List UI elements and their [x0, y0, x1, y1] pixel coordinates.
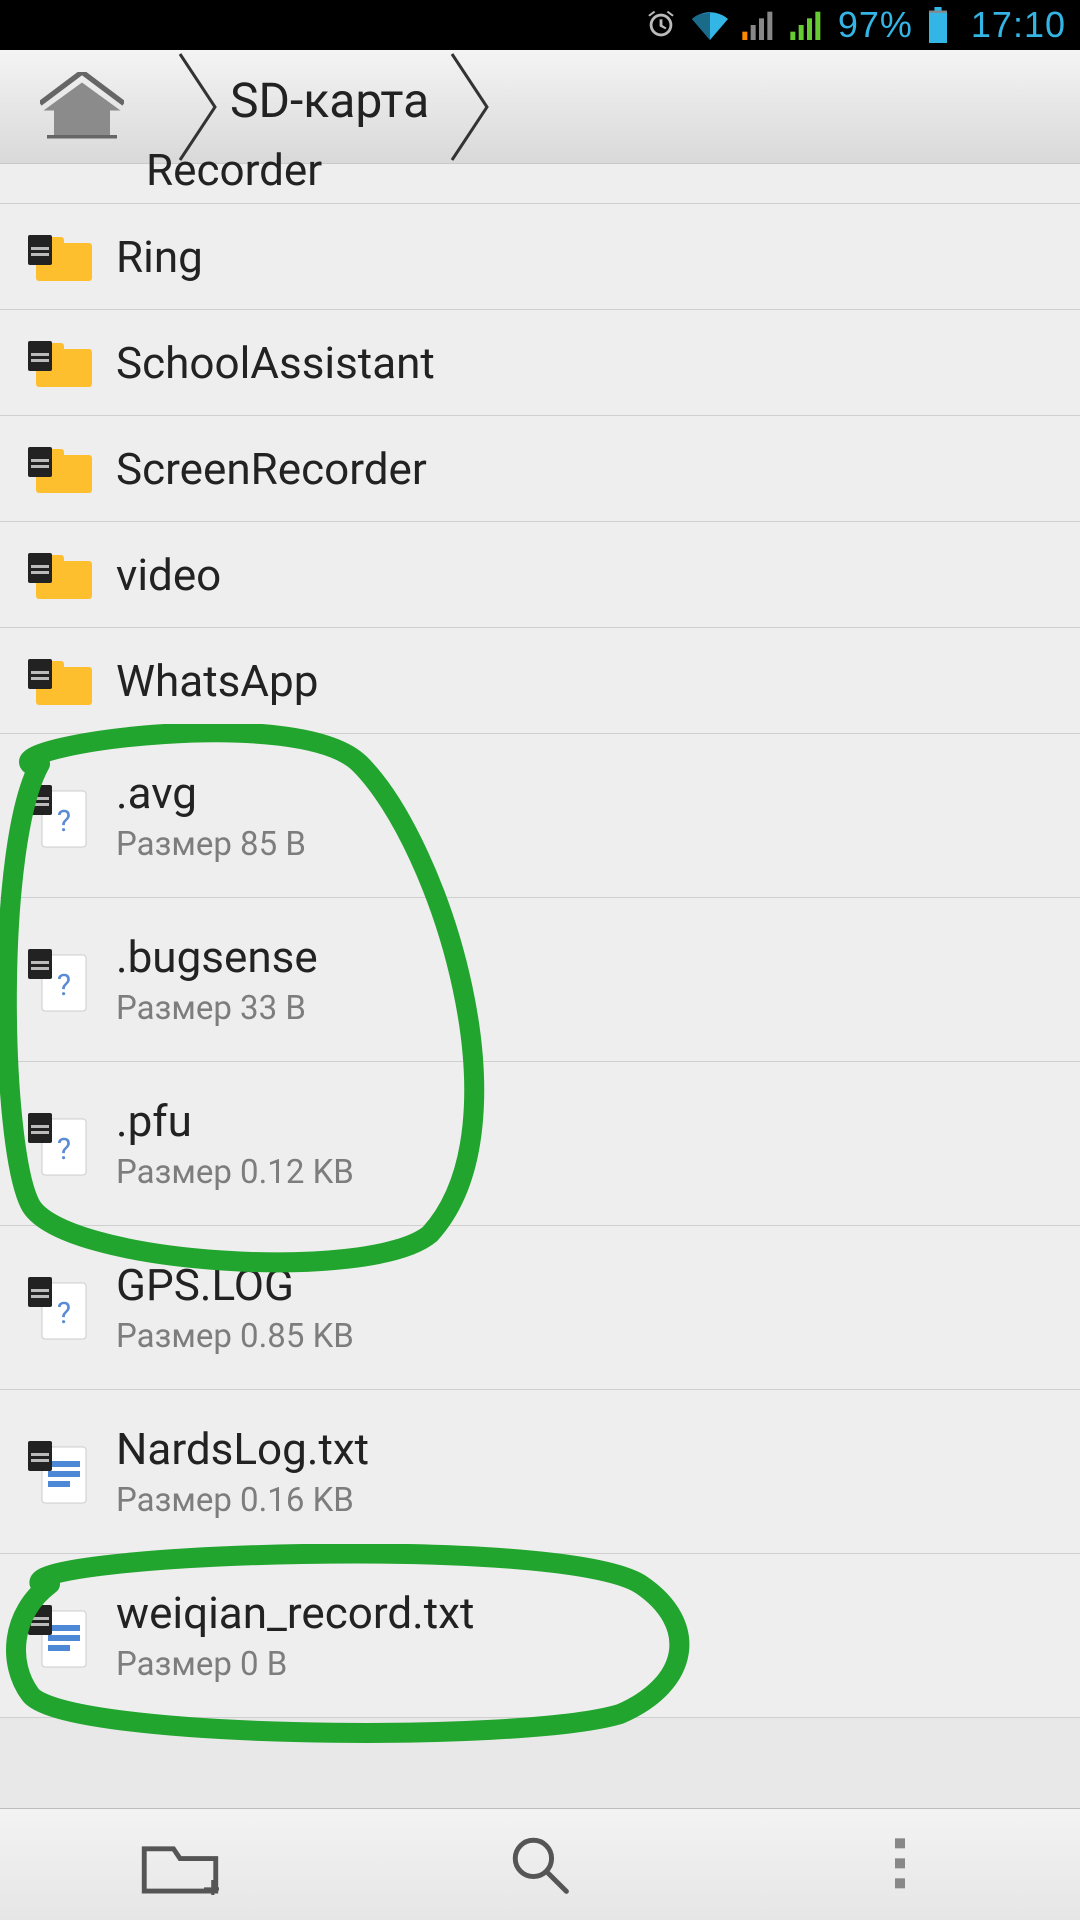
file-list: Recorder Ring SchoolAssistant ScreenReco… [0, 164, 1080, 1718]
list-item[interactable]: ? .avg Размер 85 B [0, 734, 1080, 898]
list-item[interactable]: video [0, 522, 1080, 628]
file-name: GPS.LOG [116, 1259, 354, 1311]
bottom-toolbar: + [0, 1808, 1080, 1920]
wifi-icon [692, 10, 728, 40]
doc-file-icon [28, 1601, 106, 1671]
file-size: Размер 0.16 KB [116, 1481, 369, 1520]
file-size: Размер 0.12 KB [116, 1153, 354, 1192]
battery-icon [927, 7, 949, 43]
signal-1-icon [742, 10, 776, 40]
signal-2-icon [790, 10, 824, 40]
status-bar: 97% 17:10 [0, 0, 1080, 50]
search-button[interactable] [360, 1809, 720, 1920]
file-name: Recorder [146, 144, 322, 196]
unknown-file-icon: ? [28, 1109, 106, 1179]
file-name: .avg [116, 767, 306, 819]
folder-icon [28, 335, 106, 391]
alarm-icon [644, 8, 678, 42]
list-item[interactable]: WhatsApp [0, 628, 1080, 734]
file-size: Размер 85 B [116, 825, 306, 864]
doc-file-icon [28, 1437, 106, 1507]
folder-icon [28, 547, 106, 603]
list-item[interactable]: ? GPS.LOG Размер 0.85 KB [0, 1226, 1080, 1390]
list-item[interactable]: Ring [0, 204, 1080, 310]
list-item[interactable]: ? .bugsense Размер 33 B [0, 898, 1080, 1062]
new-folder-button[interactable]: + [0, 1809, 360, 1920]
svg-text:?: ? [57, 968, 71, 1003]
clock-time: 17:10 [971, 4, 1066, 46]
file-size: Размер 33 B [116, 989, 318, 1028]
file-name: .bugsense [116, 931, 318, 983]
svg-text:?: ? [57, 1132, 71, 1167]
file-name: SchoolAssistant [116, 337, 435, 389]
file-size: Размер 0 B [116, 1645, 474, 1684]
unknown-file-icon: ? [28, 945, 106, 1015]
file-name: NardsLog.txt [116, 1423, 369, 1475]
file-name: WhatsApp [116, 655, 318, 707]
file-name: weiqian_record.txt [116, 1587, 474, 1639]
folder-icon [28, 441, 106, 497]
list-item[interactable]: weiqian_record.txt Размер 0 B [0, 1554, 1080, 1718]
folder-icon [28, 653, 106, 709]
folder-icon [28, 229, 106, 285]
overflow-menu-button[interactable] [720, 1809, 1080, 1920]
file-size: Размер 0.85 KB [116, 1317, 354, 1356]
unknown-file-icon: ? [28, 1273, 106, 1343]
svg-text:+: + [203, 1867, 219, 1894]
list-item[interactable]: ? .pfu Размер 0.12 KB [0, 1062, 1080, 1226]
list-item[interactable]: NardsLog.txt Размер 0.16 KB [0, 1390, 1080, 1554]
breadcrumb-current[interactable]: SD-карта [230, 72, 429, 129]
file-name: video [116, 549, 221, 601]
list-item[interactable]: ScreenRecorder [0, 416, 1080, 522]
file-name: .pfu [116, 1095, 354, 1147]
list-item[interactable]: SchoolAssistant [0, 310, 1080, 416]
battery-percent: 97% [838, 4, 913, 46]
list-item[interactable]: Recorder [0, 164, 1080, 204]
svg-text:?: ? [57, 804, 71, 839]
svg-text:?: ? [57, 1296, 71, 1331]
file-name: Ring [116, 231, 203, 283]
file-name: ScreenRecorder [116, 443, 427, 495]
unknown-file-icon: ? [28, 781, 106, 851]
